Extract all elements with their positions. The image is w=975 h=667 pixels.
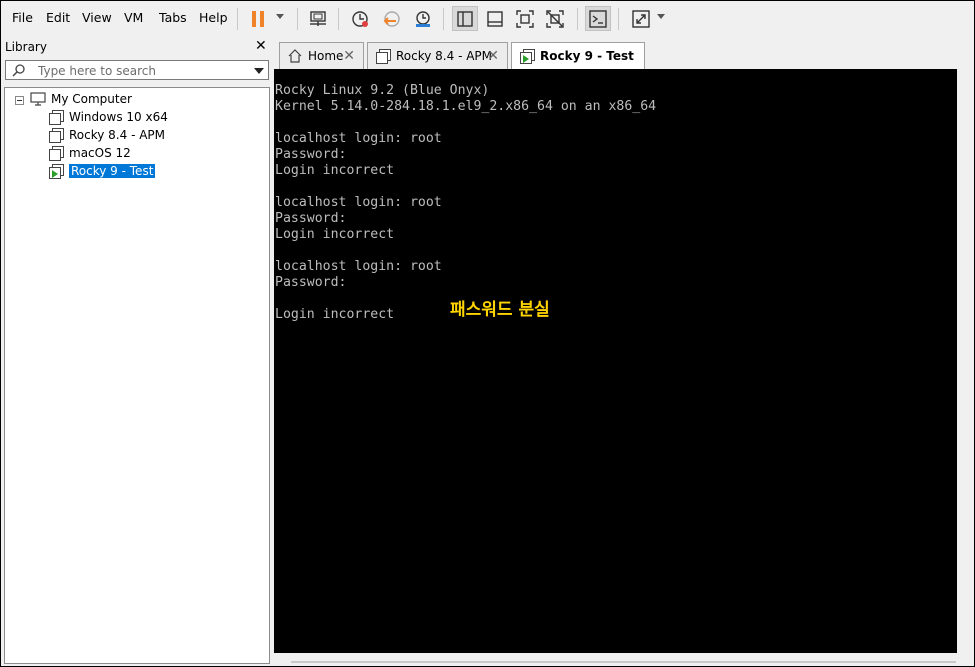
stretch-dropdown-icon[interactable] [657, 14, 665, 19]
vm-icon [376, 49, 391, 64]
menu-help[interactable]: Help [199, 10, 228, 25]
snapshot-icon[interactable] [347, 6, 373, 31]
vm-running-icon [49, 164, 64, 179]
console-line: Kernel 5.14.0-284.18.1.el9_2.x86_64 on a… [275, 99, 657, 114]
tree-item-my-computer[interactable]: My Computer [30, 91, 132, 107]
vm-icon [49, 128, 64, 143]
console-line: Login incorrect [275, 163, 395, 178]
snapshot-manager-icon[interactable] [410, 6, 436, 31]
password-lost-annotation: 패스워드 분실 [450, 300, 550, 320]
search-dropdown-icon[interactable] [254, 68, 264, 74]
console-line: localhost login: root [275, 259, 442, 274]
tab-label: Rocky 8.4 - APM [396, 49, 493, 63]
console-line: Password: [275, 147, 347, 162]
console-line: Login incorrect [275, 227, 395, 242]
revert-snapshot-icon[interactable] [379, 6, 405, 31]
unity-icon[interactable] [542, 6, 568, 31]
tree-item-vm[interactable]: Windows 10 x64 [49, 109, 168, 125]
console-line: Password: [275, 211, 347, 226]
menu-view[interactable]: View [82, 10, 112, 25]
toolbar-separator [577, 8, 578, 30]
toolbar: File Edit View VM Tabs Help [1, 1, 974, 35]
library-title: Library [5, 40, 47, 54]
collapse-icon[interactable] [15, 96, 24, 105]
tab-home[interactable]: Home ✕ [279, 42, 364, 69]
toolbar-separator [237, 8, 238, 30]
tab-rocky-8-4[interactable]: Rocky 8.4 - APM ✕ [367, 42, 508, 69]
toolbar-separator [618, 8, 619, 30]
scrollbar-thumb[interactable] [291, 661, 956, 663]
tree-item-label: My Computer [51, 92, 132, 106]
send-ctrl-alt-del-icon[interactable] [305, 6, 331, 31]
library-view-icon[interactable] [452, 6, 478, 31]
console-line: Login incorrect [275, 307, 395, 322]
menu-tabs[interactable]: Tabs [159, 10, 187, 25]
pause-icon[interactable] [245, 6, 271, 31]
terminal-icon[interactable] [585, 6, 611, 31]
pause-dropdown-icon[interactable] [276, 14, 284, 19]
close-icon[interactable]: ✕ [343, 48, 355, 64]
vm-console[interactable]: Rocky Linux 9.2 (Blue Onyx) Kernel 5.14.… [274, 69, 957, 653]
tree-item-vm-selected[interactable]: Rocky 9 - Test [49, 163, 156, 179]
library-search-input[interactable]: Type here to search [5, 60, 269, 80]
stretch-icon[interactable] [628, 6, 654, 31]
vertical-scrollbar[interactable] [957, 69, 973, 653]
toolbar-separator [297, 8, 298, 30]
horizontal-scrollbar[interactable] [274, 653, 973, 665]
vm-icon [49, 146, 64, 161]
tree-item-vm[interactable]: macOS 12 [49, 145, 131, 161]
vm-icon [49, 110, 64, 125]
close-icon[interactable]: ✕ [487, 48, 499, 64]
tree-item-label: Windows 10 x64 [69, 110, 168, 124]
close-icon[interactable]: ✕ [255, 38, 267, 54]
tree-item-label: Rocky 9 - Test [69, 164, 156, 178]
search-icon [12, 64, 25, 77]
tree-item-label: macOS 12 [69, 146, 131, 160]
console-line: localhost login: root [275, 195, 442, 210]
console-view-icon[interactable] [482, 6, 508, 31]
console-output: Rocky Linux 9.2 (Blue Onyx) Kernel 5.14.… [275, 83, 656, 323]
home-icon [288, 49, 302, 63]
vm-running-icon [520, 49, 535, 64]
tree-item-vm[interactable]: Rocky 8.4 - APM [49, 127, 165, 143]
console-line: localhost login: root [275, 131, 442, 146]
tree-item-label: Rocky 8.4 - APM [69, 128, 166, 142]
menu-edit[interactable]: Edit [46, 10, 70, 25]
tab-rocky-9-test[interactable]: Rocky 9 - Test [511, 42, 645, 69]
tab-label: Home [308, 49, 344, 63]
library-tree: My Computer Windows 10 x64 Rocky 8.4 - A… [4, 87, 270, 664]
search-placeholder: Type here to search [38, 64, 156, 78]
tab-bar: Home ✕ Rocky 8.4 - APM ✕ Rocky 9 - Test [274, 37, 973, 69]
tab-label: Rocky 9 - Test [540, 49, 634, 63]
toolbar-separator [443, 8, 444, 30]
toolbar-separator [338, 8, 339, 30]
menu-vm[interactable]: VM [124, 10, 143, 25]
console-line: Password: [275, 275, 347, 290]
menu-file[interactable]: File [12, 10, 33, 25]
computer-icon [30, 92, 46, 106]
fullscreen-icon[interactable] [512, 6, 538, 31]
console-line: Rocky Linux 9.2 (Blue Onyx) [275, 83, 490, 98]
